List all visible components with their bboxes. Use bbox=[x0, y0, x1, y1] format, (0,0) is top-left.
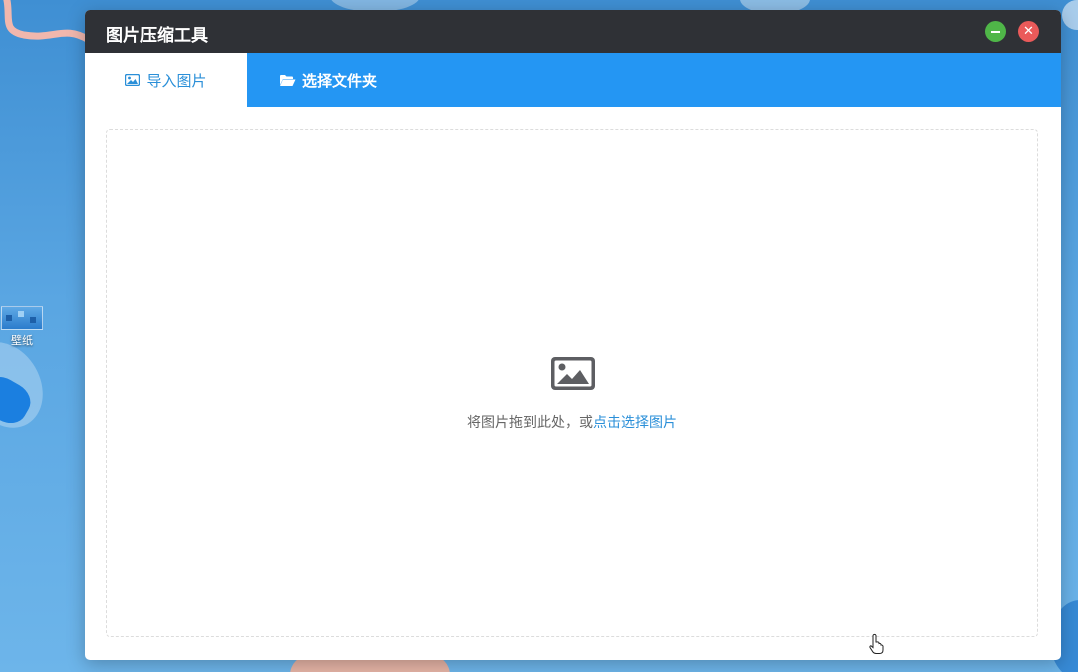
image-icon bbox=[551, 357, 595, 390]
image-icon bbox=[125, 74, 141, 86]
tab-bar: 导入图片 选择文件夹 bbox=[85, 53, 1061, 107]
tab-label: 选择文件夹 bbox=[301, 71, 377, 90]
wallpaper-shape bbox=[1062, 0, 1078, 30]
select-images-link[interactable]: 点击选择图片 bbox=[593, 415, 677, 431]
wallpaper-thumbnail-icon bbox=[1, 306, 43, 330]
tab-select-folder[interactable]: 选择文件夹 bbox=[247, 53, 409, 107]
tab-label: 导入图片 bbox=[146, 71, 207, 90]
app-window: 图片压缩工具 ✕ 导入图片 选择文件夹 将图片拖到此处，或点击选择图片 bbox=[85, 10, 1061, 660]
hand-cursor-icon bbox=[869, 633, 884, 654]
tab-import-images[interactable]: 导入图片 bbox=[85, 53, 247, 107]
image-drop-zone[interactable]: 将图片拖到此处，或点击选择图片 bbox=[106, 129, 1038, 637]
close-button[interactable]: ✕ bbox=[1018, 21, 1039, 42]
desktop: 壁纸 图片压缩工具 ✕ 导入图片 选择文件夹 将图片拖到此处，或点击选择图片 bbox=[0, 0, 1078, 672]
folder-open-icon bbox=[279, 74, 296, 86]
minimize-button[interactable] bbox=[985, 21, 1006, 42]
title-bar[interactable]: 图片压缩工具 ✕ bbox=[85, 10, 1061, 53]
drop-zone-instructions: 将图片拖到此处，或点击选择图片 bbox=[107, 412, 1037, 432]
close-icon: ✕ bbox=[1023, 24, 1034, 39]
desktop-icon-label: 壁纸 bbox=[11, 334, 33, 347]
drop-zone-text: 将图片拖到此处，或 bbox=[467, 415, 593, 431]
minimize-icon bbox=[991, 30, 1000, 33]
window-title: 图片压缩工具 bbox=[106, 26, 208, 46]
desktop-icon-wallpaper[interactable]: 壁纸 bbox=[0, 306, 44, 348]
